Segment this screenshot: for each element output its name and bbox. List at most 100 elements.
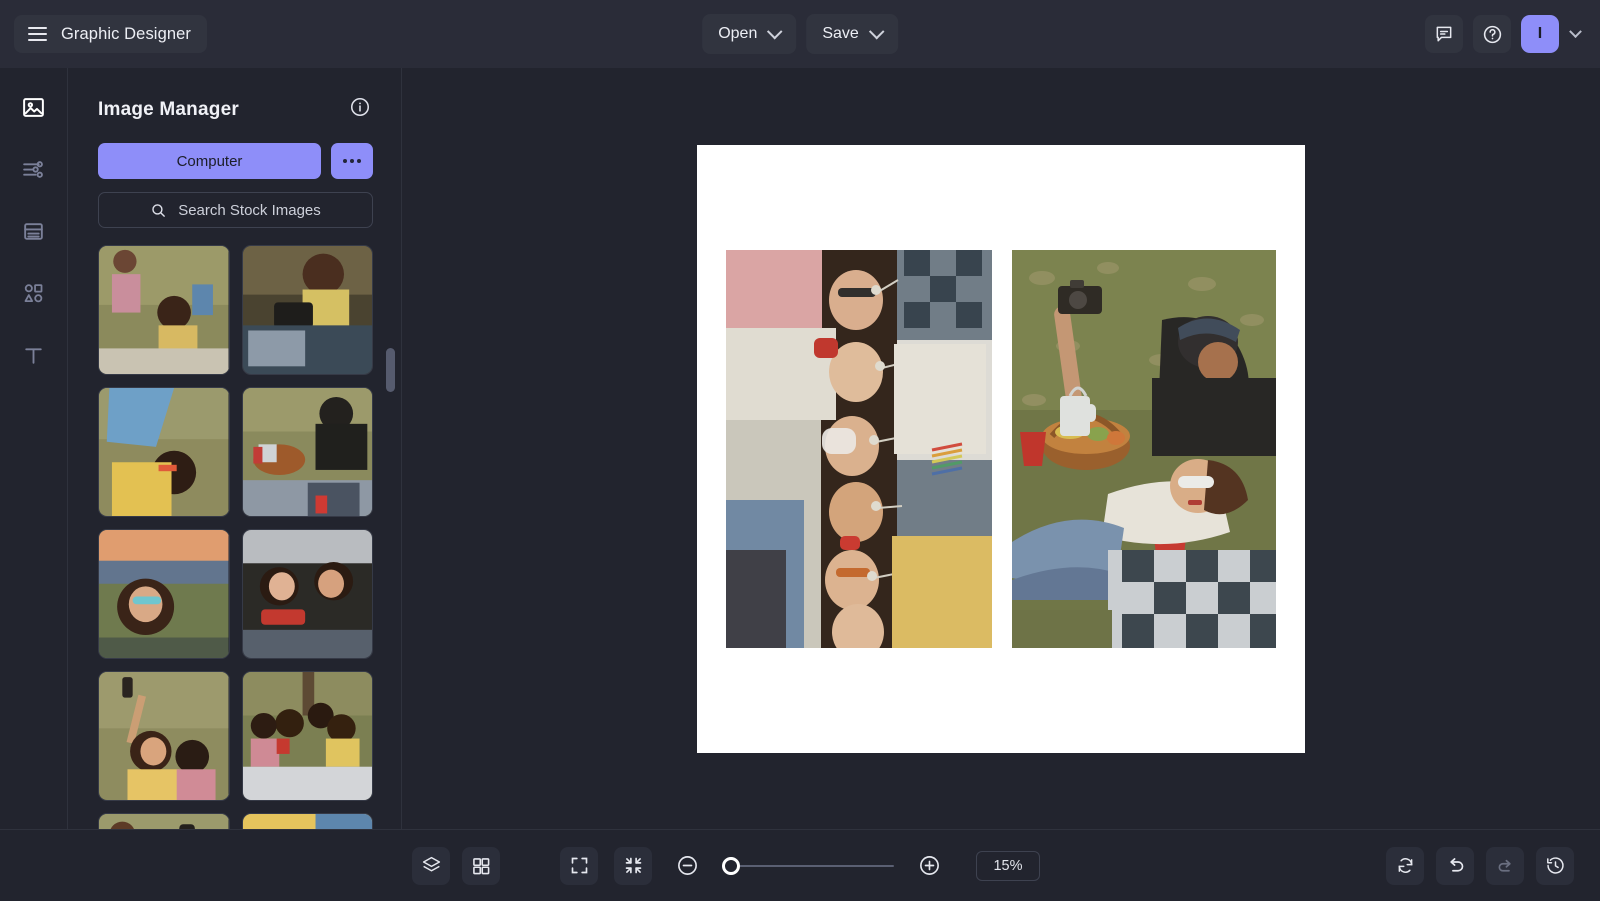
redo-button[interactable] (1486, 847, 1524, 885)
hamburger-icon (28, 27, 47, 41)
info-circle-icon (349, 96, 371, 118)
app-title: Graphic Designer (61, 25, 191, 44)
sidebar-item-shapes[interactable] (17, 276, 51, 310)
zoom-slider-track (722, 865, 894, 867)
more-sources-button[interactable] (331, 143, 373, 179)
search-placeholder-text: Search Stock Images (178, 202, 321, 219)
thumbnail-image (99, 814, 229, 829)
redo-icon (1495, 855, 1516, 876)
grid-view-button[interactable] (462, 847, 500, 885)
save-menu-button[interactable]: Save (806, 14, 897, 54)
main-menu-button[interactable]: Graphic Designer (14, 15, 207, 53)
search-stock-images-input[interactable]: Search Stock Images (98, 192, 373, 228)
refresh-icon (1395, 855, 1416, 876)
thumbnail-image (243, 530, 373, 658)
thumbnail-grid (68, 245, 401, 829)
account-chevron-down-icon[interactable] (1569, 25, 1582, 38)
undo-button[interactable] (1436, 847, 1474, 885)
grid-icon (471, 856, 491, 876)
history-clock-icon (1545, 855, 1566, 876)
list-item[interactable] (242, 671, 374, 801)
save-menu-label: Save (822, 25, 858, 43)
list-item[interactable] (242, 387, 374, 517)
top-header: Graphic Designer Open Save (0, 0, 1600, 68)
text-t-icon (21, 343, 46, 368)
panel-scrollbar-thumb[interactable] (386, 348, 395, 392)
image-manager-panel: Image Manager Computer (68, 68, 402, 829)
thumbnail-image (243, 246, 373, 374)
canvas-photo-left-image (726, 250, 992, 648)
list-item[interactable] (242, 529, 374, 659)
canvas-photo-right-image (1012, 250, 1276, 648)
dot-icon (343, 159, 347, 163)
shapes-icon (21, 281, 46, 306)
collapse-frame-icon (623, 855, 644, 876)
help-button[interactable] (1473, 15, 1511, 53)
reset-button[interactable] (1386, 847, 1424, 885)
undo-icon (1445, 855, 1466, 876)
panel-source-actions: Computer (68, 123, 401, 179)
thumbnail-image (243, 672, 373, 800)
list-item[interactable] (98, 813, 230, 829)
minus-circle-icon (676, 854, 699, 877)
list-item[interactable] (242, 245, 374, 375)
panel-info-button[interactable] (349, 96, 371, 123)
layout-icon (21, 219, 46, 244)
sidebar-item-text[interactable] (17, 338, 51, 372)
zoom-out-button[interactable] (668, 847, 706, 885)
sidebar-item-adjust[interactable] (17, 152, 51, 186)
computer-source-label: Computer (177, 153, 243, 170)
list-item[interactable] (242, 813, 374, 829)
zoom-slider-knob[interactable] (722, 857, 740, 875)
zoom-controls: 15% (560, 847, 1040, 885)
chevron-down-icon (767, 23, 783, 39)
list-item[interactable] (98, 387, 230, 517)
open-menu-button[interactable]: Open (702, 14, 796, 54)
dot-icon (350, 159, 354, 163)
thumbnail-image (243, 814, 373, 829)
avatar-initial: I (1538, 25, 1542, 43)
main-body: Image Manager Computer (0, 68, 1600, 829)
shrink-view-button[interactable] (614, 847, 652, 885)
zoom-level-input[interactable]: 15% (976, 851, 1040, 881)
list-item[interactable] (98, 245, 230, 375)
zoom-in-button[interactable] (910, 847, 948, 885)
canvas-area[interactable] (402, 68, 1600, 829)
chat-bubble-icon (1434, 24, 1454, 44)
computer-source-button[interactable]: Computer (98, 143, 321, 179)
list-item[interactable] (98, 671, 230, 801)
feedback-button[interactable] (1425, 15, 1463, 53)
canvas-photo-left[interactable] (726, 250, 992, 648)
dot-icon (357, 159, 361, 163)
thumbnail-image (99, 246, 229, 374)
sidebar-item-layout[interactable] (17, 214, 51, 248)
sidebar-item-image[interactable] (17, 90, 51, 124)
panel-header: Image Manager (68, 68, 401, 123)
list-item[interactable] (98, 529, 230, 659)
header-right-controls: I (1425, 15, 1586, 53)
design-page[interactable] (697, 145, 1305, 753)
zoom-level-value: 15% (993, 858, 1022, 874)
open-menu-label: Open (718, 25, 757, 43)
thumbnail-image (99, 530, 229, 658)
bottom-toolbar: 15% (0, 829, 1600, 901)
header-center-menus: Open Save (702, 0, 898, 68)
history-button[interactable] (1536, 847, 1574, 885)
chevron-down-icon (869, 23, 885, 39)
sliders-icon (21, 157, 46, 182)
fit-to-screen-button[interactable] (560, 847, 598, 885)
history-controls (1386, 847, 1574, 885)
layers-icon (421, 855, 442, 876)
page-title: Image Manager (98, 99, 239, 121)
zoom-slider[interactable] (722, 857, 894, 875)
bottom-left-controls (412, 847, 500, 885)
search-icon (150, 202, 167, 219)
thumbnail-image (99, 388, 229, 516)
thumbnail-image (243, 388, 373, 516)
question-circle-icon (1482, 24, 1503, 45)
tool-rail (0, 68, 68, 829)
canvas-photo-right[interactable] (1012, 250, 1276, 648)
avatar[interactable]: I (1521, 15, 1559, 53)
thumbnail-image (99, 672, 229, 800)
layers-button[interactable] (412, 847, 450, 885)
